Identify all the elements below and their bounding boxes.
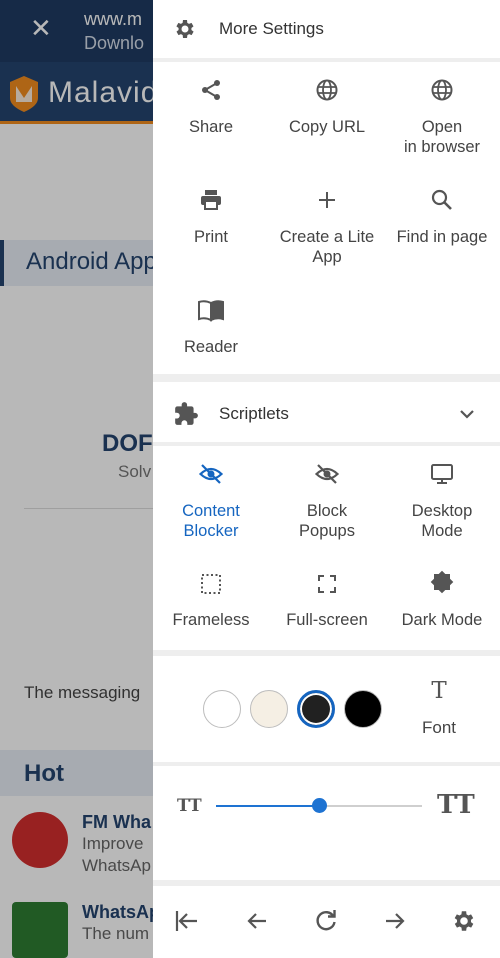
slider-thumb[interactable] (311, 798, 327, 813)
font-button[interactable]: T Font (409, 678, 469, 738)
theme-swatch-dark-gray[interactable] (297, 690, 335, 728)
bottom-navigation (153, 886, 500, 958)
reader-button[interactable]: Reader (153, 282, 269, 372)
frameless-toggle[interactable]: Frameless (153, 556, 269, 646)
puzzle-icon (175, 402, 198, 425)
font-label: Font (421, 718, 457, 737)
block-popups-label: Block Popups (299, 502, 355, 540)
first-icon[interactable] (174, 908, 200, 934)
dark-mode-toggle[interactable]: Dark Mode (384, 556, 500, 646)
copy-url-label: Copy URL (288, 118, 366, 136)
search-icon (431, 189, 452, 210)
theme-swatch-sepia[interactable] (250, 690, 288, 728)
forward-icon[interactable] (382, 908, 408, 934)
block-popups-toggle[interactable]: Block Popups (269, 446, 385, 546)
reload-icon[interactable] (313, 908, 339, 934)
scriptlets-title: Scriptlets (219, 404, 289, 423)
share-icon (202, 80, 220, 100)
settings-icon[interactable] (451, 908, 477, 934)
reader-label: Reader (183, 338, 239, 356)
dark-mode-icon (430, 570, 454, 594)
chevron-down-icon[interactable] (457, 404, 477, 424)
scriptlets-row[interactable]: Scriptlets (153, 382, 500, 442)
fullscreen-toggle[interactable]: Full-screen (269, 556, 385, 646)
desktop-mode-toggle[interactable]: Desktop Mode (384, 446, 500, 546)
drawer-title: More Settings (219, 19, 324, 38)
plus-icon (319, 192, 335, 208)
theme-swatch-white[interactable] (203, 690, 241, 728)
content-blocker-toggle[interactable]: Content Blocker (153, 446, 269, 546)
share-label: Share (188, 118, 234, 136)
printer-icon (201, 190, 221, 210)
open-in-browser-label: Open in browser (403, 118, 481, 156)
monitor-icon (431, 464, 453, 484)
font-icon: T (431, 678, 447, 704)
create-lite-app-label: Create a Lite App (279, 228, 375, 266)
modes-grid: Content Blocker Block Popups Desktop Mode F… (153, 446, 500, 650)
gear-icon (176, 20, 194, 38)
text-size-large-icon: TT (437, 790, 475, 820)
print-button[interactable]: Print (153, 172, 269, 272)
drawer-header: More Settings (153, 0, 500, 58)
frameless-label: Frameless (172, 611, 250, 629)
more-settings-drawer: More Settings Share Copy URL Open in bro… (153, 0, 500, 958)
desktop-mode-label: Desktop Mode (411, 502, 473, 540)
eye-off-icon (199, 464, 223, 484)
theme-selector: T Font (153, 656, 500, 762)
share-button[interactable]: Share (153, 62, 269, 162)
frameless-icon (201, 574, 221, 594)
theme-swatch-black[interactable] (344, 690, 382, 728)
globe-icon (431, 79, 453, 101)
fullscreen-icon (318, 575, 336, 593)
slider-fill (216, 805, 319, 807)
actions-grid: Share Copy URL Open in browser Print Cre… (153, 62, 500, 374)
find-in-page-button[interactable]: Find in page (384, 172, 500, 272)
create-lite-app-button[interactable]: Create a Lite App (269, 172, 385, 272)
globe-icon (316, 79, 338, 101)
print-label: Print (194, 228, 228, 246)
dark-mode-label: Dark Mode (401, 611, 483, 629)
text-size-small-icon: TT (177, 796, 202, 816)
back-icon[interactable] (244, 908, 270, 934)
text-size-control: TT TT (153, 766, 500, 880)
find-in-page-label: Find in page (396, 228, 488, 246)
open-in-browser-button[interactable]: Open in browser (384, 62, 500, 162)
eye-off-icon (315, 464, 339, 484)
copy-url-button[interactable]: Copy URL (269, 62, 385, 162)
fullscreen-label: Full-screen (286, 611, 368, 629)
book-icon (198, 300, 224, 322)
content-blocker-label: Content Blocker (182, 502, 240, 540)
